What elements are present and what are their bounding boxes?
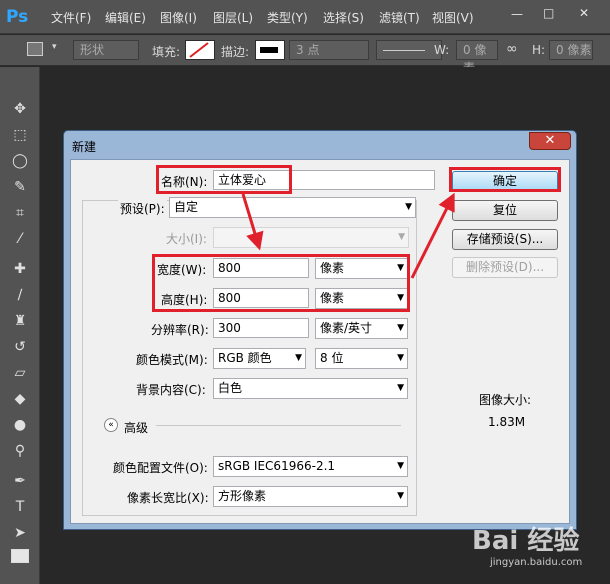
watermark-url: jingyan.baidu.com: [490, 557, 583, 568]
annotation-arrows: [241, 192, 455, 279]
baidu-watermark: Bai 经验 jingyan.baidu.com: [462, 512, 602, 574]
baidu-logo: Bai 经验: [472, 526, 580, 556]
arrow-size-to-ok: [410, 192, 455, 279]
arrow-name-to-size: [241, 193, 264, 251]
